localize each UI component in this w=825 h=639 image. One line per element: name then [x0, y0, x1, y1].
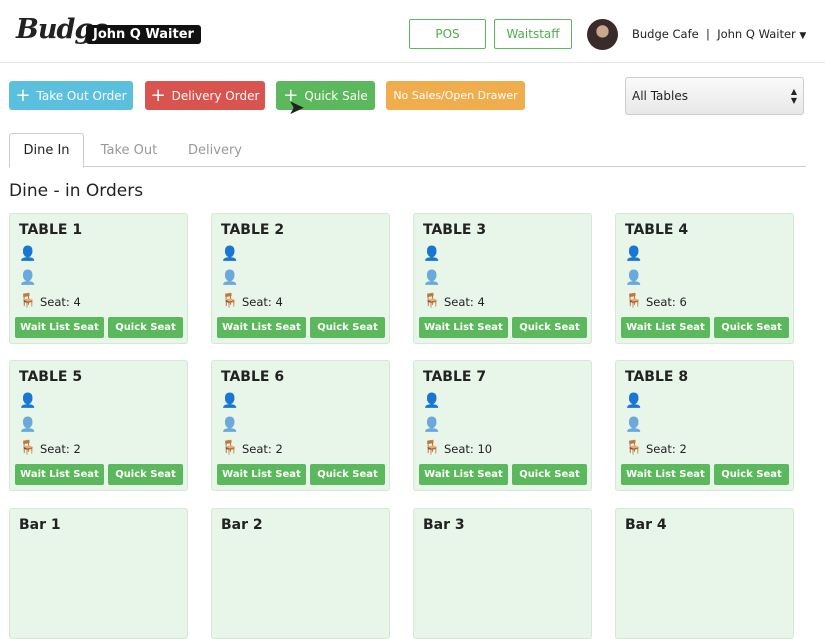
person-icon: 👤 [423, 246, 441, 262]
table-card[interactable]: TABLE 4 👤 👤 🪑 Seat: 6 Wait List Seat Quic… [615, 213, 794, 344]
quick-seat-button[interactable]: Quick Seat [512, 317, 587, 338]
table-card[interactable]: TABLE 8 👤 👤 🪑 Seat: 2 Wait List Seat Quic… [615, 360, 794, 491]
seat-count: Seat: 4 [242, 295, 283, 309]
table-card[interactable]: TABLE 7 👤 👤 🪑 Seat: 10 Wait List Seat Qui… [413, 360, 592, 491]
table-name: TABLE 7 [423, 369, 487, 385]
chair-icon: 🪑 [221, 293, 239, 309]
tab-take-out[interactable]: Take Out [89, 133, 169, 167]
waiter-icon: 👤 [19, 270, 37, 286]
seat-count: Seat: 4 [444, 295, 485, 309]
account-menu[interactable]: Budge Cafe | John Q Waiter ▼ [632, 27, 806, 41]
table-card[interactable]: TABLE 6 👤 👤 🪑 Seat: 2 Wait List Seat Quic… [211, 360, 390, 491]
table-card[interactable]: TABLE 3 👤 👤 🪑 Seat: 4 Wait List Seat Quic… [413, 213, 592, 344]
wait-list-seat-button[interactable]: Wait List Seat [419, 317, 508, 338]
caret-down-icon: ▼ [799, 31, 807, 41]
label: Quick Sale [304, 88, 368, 103]
table-card[interactable]: Bar 4 [615, 508, 794, 639]
table-name: TABLE 8 [625, 369, 689, 385]
quick-seat-button[interactable]: Quick Seat [714, 464, 789, 485]
waiter-icon: 👤 [625, 417, 643, 433]
wait-list-seat-button[interactable]: Wait List Seat [217, 464, 306, 485]
pos-button[interactable]: POS [409, 19, 486, 49]
person-icon: 👤 [221, 246, 239, 262]
quick-seat-button[interactable]: Quick Seat [108, 317, 183, 338]
updown-icon: ▲ ▼ [790, 87, 797, 105]
table-name: TABLE 1 [19, 222, 83, 238]
waiter-icon: 👤 [221, 270, 239, 286]
person-icon: 👤 [625, 393, 643, 409]
plus-icon: + [15, 84, 31, 106]
tab-delivery[interactable]: Delivery [175, 133, 255, 167]
table-name: TABLE 2 [221, 222, 285, 238]
section-title: Dine - in Orders [9, 181, 144, 201]
chair-icon: 🪑 [625, 293, 643, 309]
table-card[interactable]: Bar 2 [211, 508, 390, 639]
header: Budge John Q Waiter POS Waitstaff Budge … [0, 0, 825, 63]
seat-count: Seat: 2 [40, 442, 81, 456]
chair-icon: 🪑 [19, 293, 37, 309]
table-card[interactable]: TABLE 1 👤 👤 🪑 Seat: 4 Wait List Seat Quic… [9, 213, 188, 344]
user-badge: John Q Waiter [86, 25, 201, 44]
waiter-icon: 👤 [221, 417, 239, 433]
plus-icon: + [150, 84, 166, 106]
table-name: TABLE 5 [19, 369, 83, 385]
person-icon: 👤 [625, 246, 643, 262]
mouse-cursor-icon: ➤ [288, 95, 305, 119]
delivery-order-button[interactable]: + Delivery Order [145, 81, 265, 110]
account-label: Budge Cafe | John Q Waiter [632, 27, 796, 41]
table-card[interactable]: Bar 3 [413, 508, 592, 639]
label: Delivery Order [171, 88, 260, 103]
waiter-icon: 👤 [423, 417, 441, 433]
table-name: TABLE 3 [423, 222, 487, 238]
quick-seat-button[interactable]: Quick Seat [108, 464, 183, 485]
waiter-icon: 👤 [19, 417, 37, 433]
wait-list-seat-button[interactable]: Wait List Seat [15, 464, 104, 485]
table-card[interactable]: TABLE 2 👤 👤 🪑 Seat: 4 Wait List Seat Quic… [211, 213, 390, 344]
chair-icon: 🪑 [423, 293, 441, 309]
wait-list-seat-button[interactable]: Wait List Seat [15, 317, 104, 338]
waiter-icon: 👤 [625, 270, 643, 286]
waitstaff-button[interactable]: Waitstaff [494, 19, 572, 49]
avatar[interactable] [587, 19, 618, 50]
table-name: Bar 2 [221, 517, 263, 533]
table-filter-select[interactable]: All Tables ▲ ▼ [625, 77, 804, 115]
table-name: Bar 3 [423, 517, 465, 533]
wait-list-seat-button[interactable]: Wait List Seat [419, 464, 508, 485]
wait-list-seat-button[interactable]: Wait List Seat [621, 464, 710, 485]
tab-dine-in[interactable]: Dine In [9, 133, 84, 168]
quick-seat-button[interactable]: Quick Seat [310, 317, 385, 338]
chair-icon: 🪑 [423, 440, 441, 456]
seat-count: Seat: 10 [444, 442, 493, 456]
chair-icon: 🪑 [625, 440, 643, 456]
table-card[interactable]: TABLE 5 👤 👤 🪑 Seat: 2 Wait List Seat Quic… [9, 360, 188, 491]
chair-icon: 🪑 [19, 440, 37, 456]
wait-list-seat-button[interactable]: Wait List Seat [621, 317, 710, 338]
quick-seat-button[interactable]: Quick Seat [512, 464, 587, 485]
quick-seat-button[interactable]: Quick Seat [714, 317, 789, 338]
seat-count: Seat: 2 [646, 442, 687, 456]
waiter-icon: 👤 [423, 270, 441, 286]
order-tabs: Dine In Take Out Delivery [9, 133, 806, 168]
person-icon: 👤 [423, 393, 441, 409]
no-sales-open-drawer-button[interactable]: No Sales/Open Drawer [386, 81, 525, 110]
table-name: TABLE 4 [625, 222, 689, 238]
take-out-order-button[interactable]: + Take Out Order [9, 81, 133, 110]
seat-count: Seat: 4 [40, 295, 81, 309]
person-icon: 👤 [19, 246, 37, 262]
label: Take Out Order [36, 88, 127, 103]
person-icon: 👤 [19, 393, 37, 409]
seat-count: Seat: 2 [242, 442, 283, 456]
wait-list-seat-button[interactable]: Wait List Seat [217, 317, 306, 338]
person-icon: 👤 [221, 393, 239, 409]
quick-seat-button[interactable]: Quick Seat [310, 464, 385, 485]
table-name: TABLE 6 [221, 369, 285, 385]
table-name: Bar 4 [625, 517, 667, 533]
seat-count: Seat: 6 [646, 295, 687, 309]
select-value: All Tables [632, 89, 688, 103]
table-name: Bar 1 [19, 517, 61, 533]
chair-icon: 🪑 [221, 440, 239, 456]
table-card[interactable]: Bar 1 [9, 508, 188, 639]
